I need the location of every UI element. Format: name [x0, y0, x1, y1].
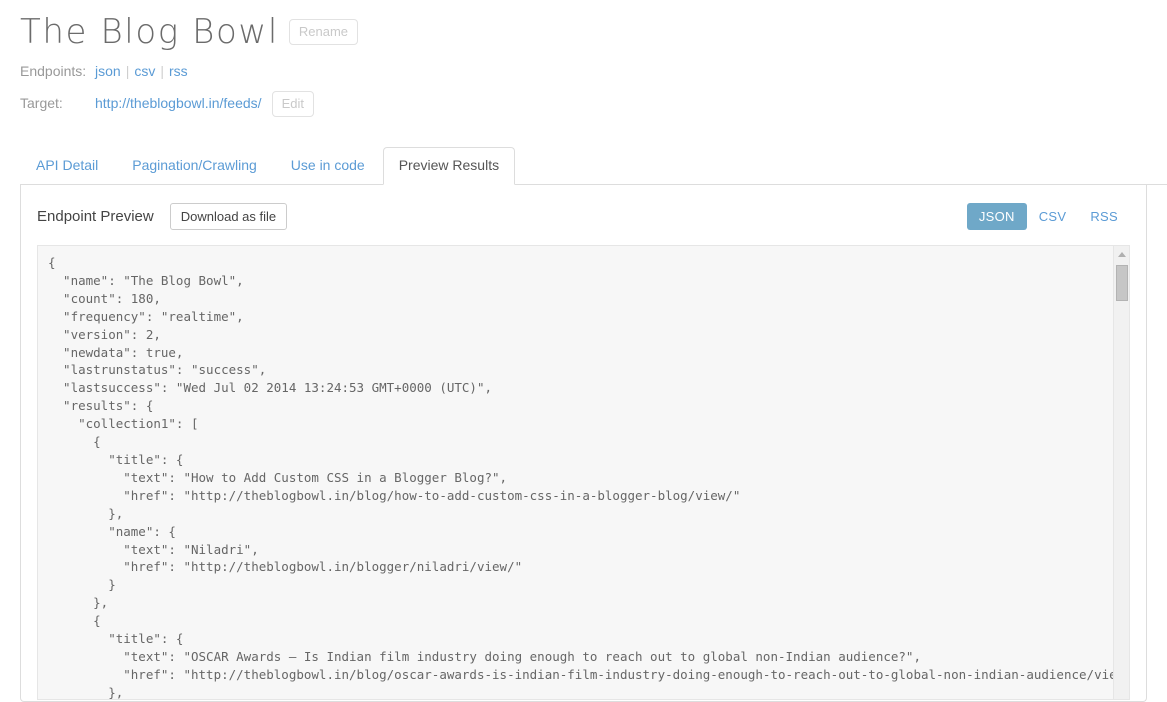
json-preview-text: { "name": "The Blog Bowl", "count": 180,… [38, 246, 1129, 700]
page-title: The Blog Bowl [20, 12, 279, 52]
format-button-csv[interactable]: CSV [1027, 203, 1079, 230]
rename-button[interactable]: Rename [289, 19, 358, 45]
tabs-container: API Detail Pagination/Crawling Use in co… [0, 147, 1167, 185]
json-preview-area[interactable]: { "name": "The Blog Bowl", "count": 180,… [37, 245, 1130, 700]
triangle-up-icon[interactable] [1114, 246, 1130, 262]
format-switch-group: JSON CSV RSS [967, 203, 1130, 230]
target-label: Target: [20, 95, 95, 111]
endpoint-link-csv[interactable]: csv [134, 63, 155, 79]
title-row: The Blog Bowl Rename [20, 10, 1167, 52]
endpoint-link-rss[interactable]: rss [169, 63, 188, 79]
endpoint-link-json[interactable]: json [95, 63, 121, 79]
format-button-json[interactable]: JSON [967, 203, 1027, 230]
preview-toolbar: Endpoint Preview Download as file JSON C… [37, 201, 1130, 231]
endpoint-separator-1: | [126, 63, 130, 79]
format-button-rss[interactable]: RSS [1078, 203, 1130, 230]
edit-target-button[interactable]: Edit [272, 91, 314, 117]
endpoint-preview-heading: Endpoint Preview [37, 208, 154, 225]
target-url-link[interactable]: http://theblogbowl.in/feeds/ [95, 95, 262, 111]
tab-preview-results[interactable]: Preview Results [383, 147, 515, 185]
page-header: The Blog Bowl Rename Endpoints: json | c… [0, 0, 1167, 116]
preview-scrollbar[interactable] [1113, 246, 1129, 699]
endpoint-separator-2: | [160, 63, 164, 79]
scroll-thumb[interactable] [1116, 265, 1128, 301]
endpoints-label: Endpoints: [20, 63, 95, 79]
tab-use-in-code[interactable]: Use in code [275, 147, 381, 185]
tab-api-detail[interactable]: API Detail [20, 147, 114, 185]
preview-panel: Endpoint Preview Download as file JSON C… [20, 185, 1147, 702]
tab-list: API Detail Pagination/Crawling Use in co… [20, 147, 1167, 185]
download-as-file-button[interactable]: Download as file [170, 203, 287, 230]
target-row: Target: http://theblogbowl.in/feeds/ Edi… [20, 90, 1167, 116]
endpoints-row: Endpoints: json | csv | rss [20, 63, 1167, 79]
tab-pagination-crawling[interactable]: Pagination/Crawling [116, 147, 273, 185]
